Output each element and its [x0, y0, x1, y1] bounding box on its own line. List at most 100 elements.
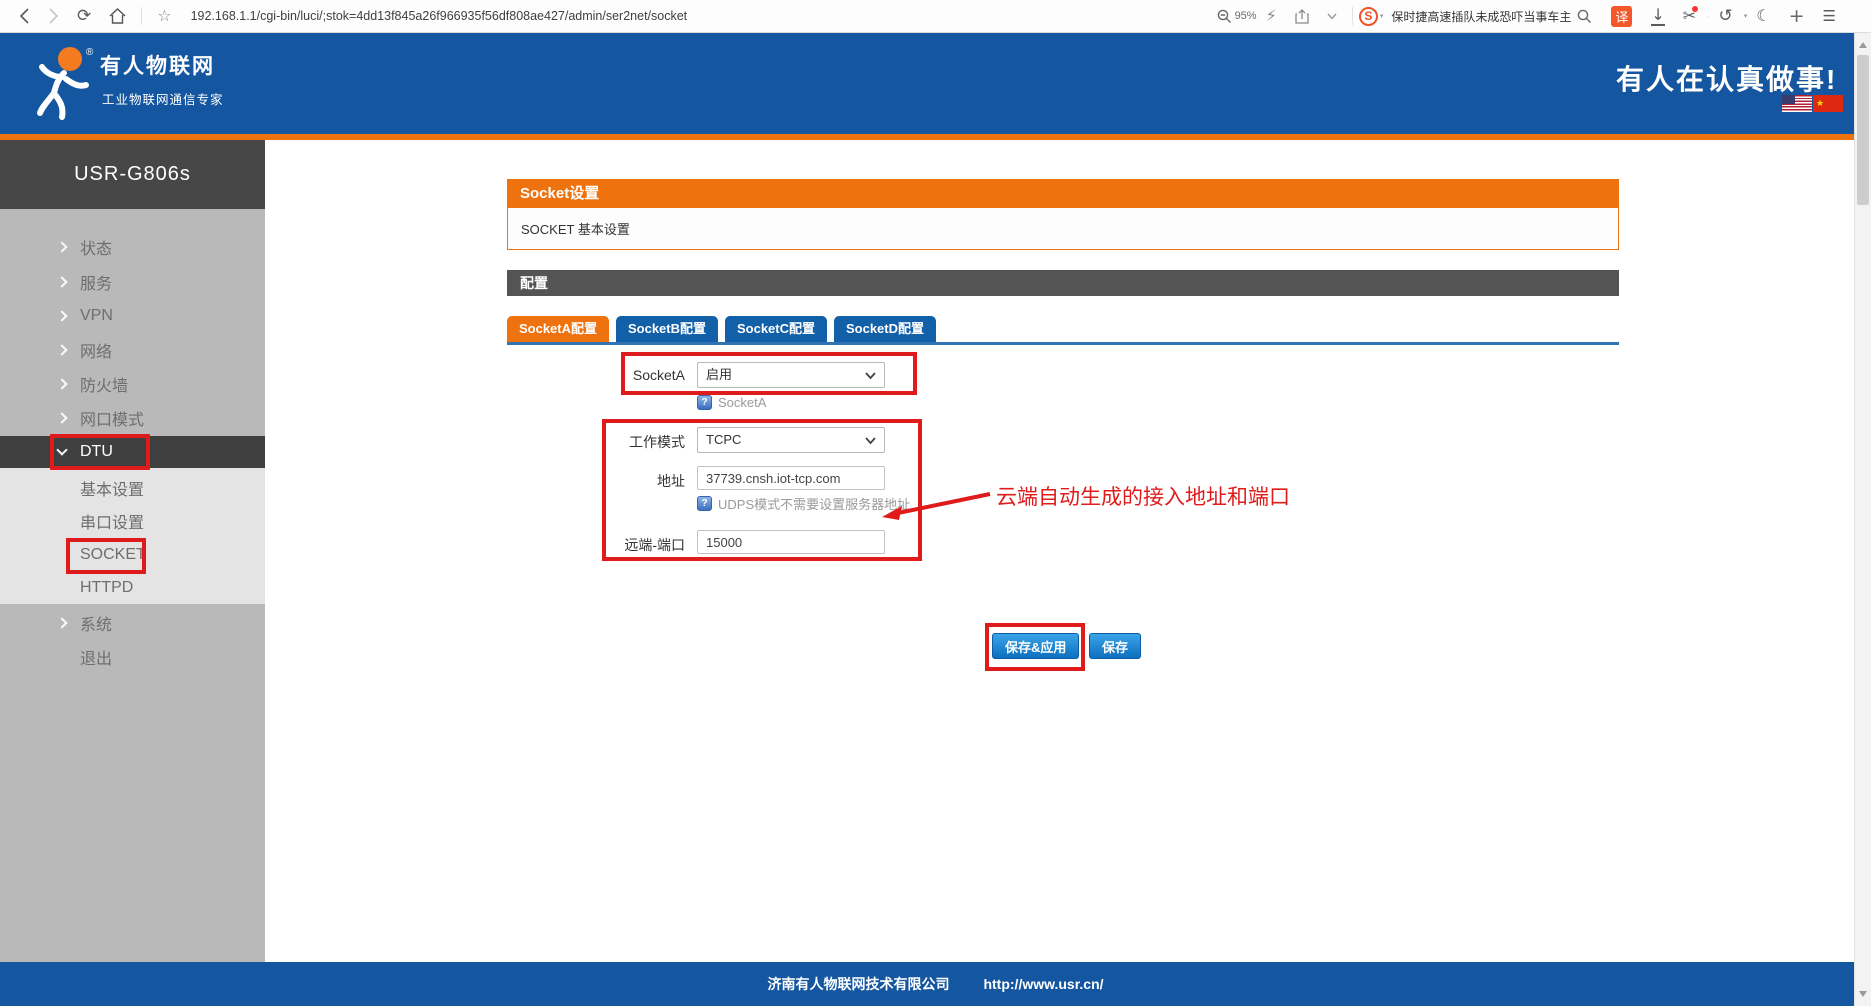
sidebar-item-status[interactable]: 状态 — [0, 230, 265, 264]
search-icon[interactable] — [1577, 9, 1592, 24]
sidebar-item-label: HTTPD — [80, 579, 133, 597]
sidebar-item-label: 退出 — [80, 645, 112, 669]
sidebar-item-label: SOCKET — [80, 546, 146, 564]
work-mode-value: TCPC — [706, 432, 741, 447]
toolbar-chevron-down-icon[interactable] — [1327, 13, 1337, 20]
refresh-icon[interactable]: ⟳ — [77, 8, 91, 25]
save-button[interactable]: 保存 — [1089, 633, 1141, 659]
sidebar-item-firewall[interactable]: 防火墙 — [0, 367, 265, 401]
sidebar-item-vpn[interactable]: VPN — [0, 299, 265, 333]
tab-socket-a[interactable]: SocketA配置 — [507, 316, 609, 342]
screenshot-caret-icon[interactable]: · — [1707, 13, 1709, 20]
remote-port-label: 远端-端口 — [558, 535, 685, 555]
sidebar-item-port-mode[interactable]: 网口模式 — [0, 401, 265, 435]
select-chevron-icon — [865, 372, 876, 380]
socketa-hint: ? SocketA — [697, 395, 766, 410]
chevron-right-icon — [56, 378, 67, 389]
chevron-right-icon — [56, 276, 67, 287]
sidebar-item-system[interactable]: 系统 — [0, 606, 265, 640]
scroll-up-icon[interactable] — [1859, 42, 1867, 48]
panel-subtitle: SOCKET 基本设置 — [507, 208, 1619, 250]
address-input[interactable] — [697, 466, 885, 490]
screenshot-scissors-icon[interactable]: ✂ — [1683, 8, 1696, 24]
footer: 济南有人物联网技术有限公司 http://www.usr.cn/ — [0, 962, 1871, 1006]
share-icon[interactable] — [1295, 9, 1309, 24]
scroll-thumb[interactable] — [1857, 55, 1869, 205]
sidebar-item-socket[interactable]: SOCKET — [0, 538, 265, 572]
sidebar-item-basic-settings[interactable]: 基本设置 — [0, 471, 265, 505]
sidebar: USR-G806s 状态 服务 VPN 网络 防火墙 网口模式 DTU 基本设置… — [0, 140, 265, 962]
chevron-right-icon — [56, 617, 67, 628]
sidebar-item-httpd[interactable]: HTTPD — [0, 571, 265, 605]
undo-caret-icon[interactable]: ▾ — [1744, 12, 1748, 20]
socketa-label: SocketA — [558, 367, 685, 383]
sidebar-item-services[interactable]: 服务 — [0, 265, 265, 299]
new-tab-plus-icon[interactable]: + — [1789, 7, 1805, 26]
select-chevron-icon — [865, 437, 876, 445]
footer-site-link[interactable]: http://www.usr.cn/ — [983, 976, 1103, 992]
undo-icon[interactable]: ↺ — [1719, 8, 1733, 25]
annotation-arrow-icon — [878, 488, 998, 522]
scrollbar[interactable] — [1854, 33, 1871, 1006]
brand-title: 有人物联网 — [100, 50, 215, 80]
tab-socket-b[interactable]: SocketB配置 — [616, 316, 718, 342]
sidebar-item-label: 状态 — [80, 235, 112, 259]
home-icon[interactable] — [109, 8, 126, 24]
socketa-hint-text: SocketA — [718, 395, 766, 410]
scroll-down-icon[interactable] — [1859, 991, 1867, 997]
browser-menu-icon[interactable]: ☰ — [1823, 9, 1836, 24]
download-icon[interactable]: ↓ — [1651, 7, 1664, 26]
search-engine-icon[interactable]: S — [1359, 7, 1378, 26]
footer-company: 济南有人物联网技术有限公司 — [767, 974, 949, 994]
search-input[interactable]: 保时捷高速插队未成恐吓当事车主 — [1391, 8, 1571, 25]
sidebar-item-label: 服务 — [80, 270, 112, 294]
us-flag-icon[interactable] — [1782, 95, 1812, 112]
lightning-icon[interactable]: ⚡ — [1266, 8, 1277, 24]
socketa-enable-select[interactable]: 启用 — [697, 362, 885, 388]
page: ⟳ ☆ 192.168.1.1/cgi-bin/luci/;stok=4dd13… — [0, 0, 1871, 1006]
bookmark-star-icon[interactable]: ☆ — [157, 8, 171, 24]
sidebar-item-label: 串口设置 — [80, 509, 144, 533]
night-mode-icon[interactable]: ☾ — [1756, 8, 1770, 24]
socketa-enable-value: 启用 — [706, 367, 732, 382]
sidebar-item-label: 基本设置 — [80, 476, 144, 500]
sidebar-item-serial-settings[interactable]: 串口设置 — [0, 504, 265, 538]
translate-icon[interactable]: 译 — [1611, 6, 1632, 27]
tab-socket-c[interactable]: SocketC配置 — [725, 316, 827, 342]
cn-flag-icon[interactable]: ★ — [1813, 95, 1843, 112]
zoom-out-icon[interactable] — [1217, 9, 1232, 24]
url-bar[interactable]: 192.168.1.1/cgi-bin/luci/;stok=4dd13f845… — [191, 9, 688, 23]
help-icon: ? — [697, 395, 712, 410]
zoom-level[interactable]: 95% — [1235, 10, 1257, 22]
save-apply-button[interactable]: 保存&应用 — [992, 633, 1079, 659]
toolbar-divider — [1352, 7, 1353, 25]
header-slogan: 有人在认真做事! — [1616, 58, 1837, 98]
back-icon[interactable] — [19, 8, 30, 24]
chevron-right-icon — [56, 344, 67, 355]
sidebar-item-dtu[interactable]: DTU — [0, 436, 265, 468]
remote-port-input[interactable] — [697, 530, 885, 554]
socket-tabs: SocketA配置 SocketB配置 SocketC配置 SocketD配置 — [507, 316, 936, 342]
sidebar-item-network[interactable]: 网络 — [0, 333, 265, 367]
work-mode-select[interactable]: TCPC — [697, 427, 885, 453]
chevron-right-icon — [56, 412, 67, 423]
sidebar-item-label: 网络 — [80, 338, 112, 362]
tab-socket-d[interactable]: SocketD配置 — [834, 316, 936, 342]
chevron-down-icon — [56, 444, 67, 455]
sidebar-item-label: 系统 — [80, 611, 112, 635]
device-name: USR-G806s — [0, 140, 265, 209]
sidebar-item-label: 防火墙 — [80, 372, 128, 396]
sidebar-item-label: 网口模式 — [80, 406, 144, 430]
help-icon: ? — [697, 496, 712, 511]
tabs-underline — [507, 342, 1619, 345]
config-section-bar: 配置 — [507, 270, 1619, 296]
panel-title-bar: Socket设置 — [507, 179, 1619, 208]
search-engine-caret-icon[interactable]: ▾ — [1380, 12, 1384, 20]
work-mode-label: 工作模式 — [558, 432, 685, 452]
toolbar-divider — [141, 7, 142, 25]
chevron-right-icon — [56, 310, 67, 321]
brand-subtitle: 工业物联网通信专家 — [102, 89, 224, 108]
forward-icon[interactable] — [48, 8, 59, 24]
chevron-right-icon — [56, 241, 67, 252]
sidebar-item-logout[interactable]: 退出 — [0, 640, 265, 674]
